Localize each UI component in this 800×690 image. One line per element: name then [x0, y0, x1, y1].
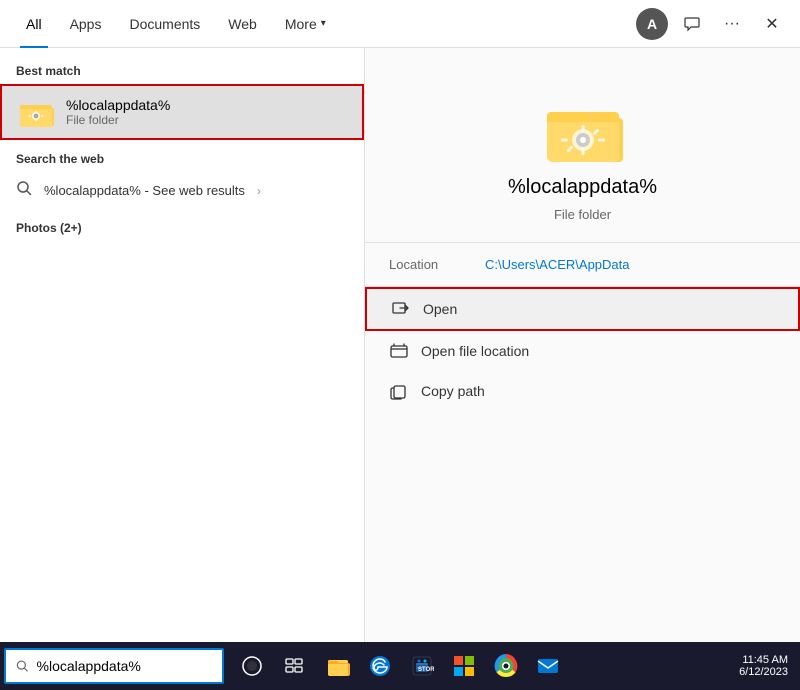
close-icon: ✕ [765, 14, 778, 34]
action-copy-path-label: Copy path [421, 383, 485, 399]
taskbar-search-input[interactable] [37, 658, 212, 674]
best-match-label: Best match [0, 60, 364, 84]
cortana-button[interactable] [232, 646, 272, 686]
tab-web[interactable]: Web [214, 0, 271, 48]
right-panel: %localappdata% File folder Location C:\U… [365, 48, 800, 642]
main-content: Best match [0, 48, 800, 642]
taskbar-apps: STORE [318, 646, 568, 686]
tabs-right-controls: A ··· ✕ [636, 8, 788, 40]
tab-apps[interactable]: Apps [56, 0, 116, 48]
best-match-item[interactable]: %localappdata% File folder [0, 84, 364, 140]
action-open-file-location-label: Open file location [421, 343, 529, 359]
mail-button[interactable] [528, 646, 568, 686]
edge-button[interactable] [360, 646, 400, 686]
taskbar-right: 11:45 AM 6/12/2023 [739, 654, 796, 678]
svg-text:STORE: STORE [418, 667, 434, 673]
best-match-text: %localappdata% File folder [66, 97, 346, 127]
web-result-item[interactable]: %localappdata% - See web results › [0, 172, 364, 209]
windows-button[interactable] [444, 646, 484, 686]
location-label: Location [389, 257, 469, 272]
more-options-button[interactable]: ··· [716, 8, 748, 40]
detail-location-row: Location C:\Users\ACER\AppData [365, 243, 800, 287]
file-location-icon [389, 341, 409, 361]
chrome-button[interactable] [486, 646, 526, 686]
close-button[interactable]: ✕ [756, 8, 788, 40]
taskbar-time: 11:45 AM 6/12/2023 [739, 654, 788, 678]
chevron-right-icon: › [257, 184, 261, 198]
action-list: Open Open file location [365, 287, 800, 411]
action-open-label: Open [423, 301, 457, 317]
search-icon [16, 180, 32, 201]
action-open[interactable]: Open [365, 287, 800, 331]
task-view-button[interactable] [274, 646, 314, 686]
tab-documents[interactable]: Documents [115, 0, 214, 48]
taskbar-search-icon [16, 659, 29, 673]
ellipsis-icon: ··· [724, 15, 740, 33]
detail-title: %localappdata% [508, 176, 657, 199]
store-button[interactable]: STORE [402, 646, 442, 686]
location-value[interactable]: C:\Users\ACER\AppData [485, 257, 630, 272]
copy-path-icon [389, 381, 409, 401]
photos-label: Photos (2+) [0, 217, 364, 241]
chevron-down-icon: ▾ [321, 18, 326, 29]
folder-icon [18, 94, 54, 130]
search-box[interactable] [4, 648, 224, 684]
feedback-icon-button[interactable] [676, 8, 708, 40]
search-web-label: Search the web [0, 148, 364, 172]
web-result-text: %localappdata% - See web results [44, 183, 245, 198]
big-folder-icon [543, 88, 623, 168]
avatar-button[interactable]: A [636, 8, 668, 40]
left-panel: Best match [0, 48, 365, 642]
start-menu: All Apps Documents Web More ▾ A ··· [0, 0, 800, 642]
tab-more[interactable]: More ▾ [271, 0, 340, 48]
tab-all[interactable]: All [12, 0, 56, 48]
action-copy-path[interactable]: Copy path [365, 371, 800, 411]
feedback-icon [684, 16, 700, 32]
file-explorer-button[interactable] [318, 646, 358, 686]
detail-top: %localappdata% File folder [365, 48, 800, 242]
taskbar: STORE [0, 642, 800, 690]
taskbar-system-icons [232, 646, 314, 686]
detail-subtitle: File folder [554, 207, 611, 222]
action-open-file-location[interactable]: Open file location [365, 331, 800, 371]
open-icon [391, 299, 411, 319]
tabs-bar: All Apps Documents Web More ▾ A ··· [0, 0, 800, 48]
